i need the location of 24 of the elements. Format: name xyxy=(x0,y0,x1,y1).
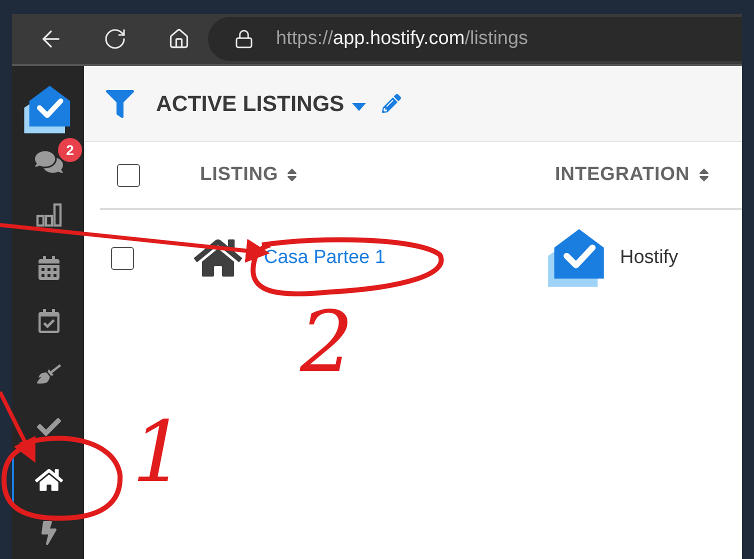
url-text: https://app.hostify.com/listings xyxy=(276,26,528,51)
row-checkbox[interactable] xyxy=(111,246,134,270)
edit-icon[interactable] xyxy=(382,94,402,113)
address-bar[interactable]: https://app.hostify.com/listings xyxy=(208,17,742,61)
lock-icon xyxy=(234,29,254,49)
column-header[interactable]: LISTING xyxy=(200,160,555,190)
select-all-checkbox[interactable] xyxy=(117,164,140,186)
integration-name: Hostify xyxy=(620,246,678,270)
column-header[interactable]: INTEGRATION xyxy=(555,160,712,190)
sidebar-item[interactable]: 2 xyxy=(12,135,84,188)
unread-badge: 2 xyxy=(58,138,82,162)
calendar-check-icon[interactable] xyxy=(37,308,61,332)
broom-icon[interactable] xyxy=(37,362,61,386)
filter-icon[interactable] xyxy=(106,90,134,118)
reload-icon xyxy=(103,27,127,51)
annotation-number: 1 xyxy=(132,410,186,494)
bar-chart-icon[interactable] xyxy=(36,202,62,226)
annotation-arrow xyxy=(0,391,36,463)
calendar-icon[interactable] xyxy=(37,256,61,280)
listing-link[interactable]: Casa Partee 1 xyxy=(264,244,546,272)
caret-icon xyxy=(352,102,366,110)
annotation-number: 2 xyxy=(300,300,354,384)
home-icon xyxy=(168,28,190,50)
view-dropdown[interactable]: ACTIVE LISTINGS xyxy=(156,87,366,120)
